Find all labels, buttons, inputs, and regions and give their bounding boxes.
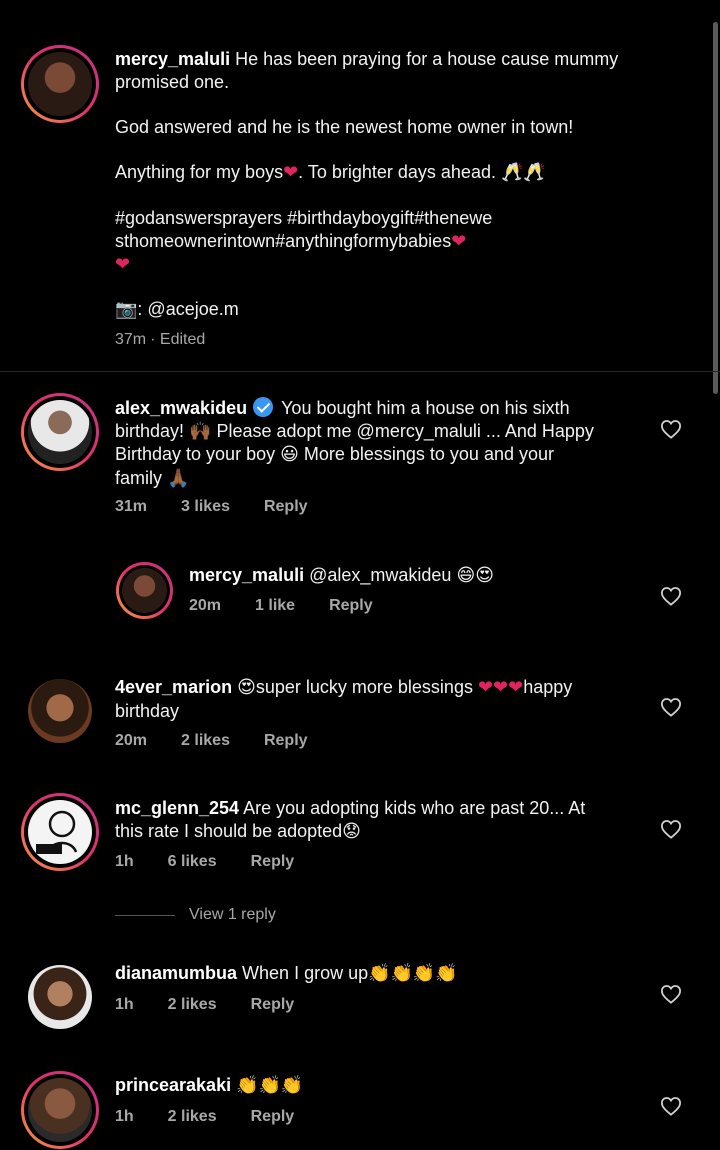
heart-eyes-emoji-icon: 😍	[237, 677, 256, 698]
champagne-icon: 🥂🥂	[501, 162, 546, 183]
caption-credit[interactable]: 📷: @acejoe.m	[115, 298, 239, 322]
comment-avatar[interactable]	[28, 965, 92, 1029]
laughing-emoji-icon: 😄😍	[456, 565, 494, 586]
comment-meta: 1h 6 likes Reply	[115, 853, 295, 870]
caption-username[interactable]: mercy_maluli	[115, 49, 230, 69]
comment-meta: 20m 1 like Reply	[189, 597, 373, 614]
comment-avatar[interactable]	[21, 1071, 99, 1149]
like-heart-icon[interactable]	[660, 1096, 682, 1116]
comment-meta: 1h 2 likes Reply	[115, 1108, 295, 1125]
reply-avatar[interactable]	[116, 562, 173, 619]
caption-hashtags[interactable]: #godanswersprayers #birthdayboygift#then…	[115, 207, 492, 230]
likes-count[interactable]: 2 likes	[181, 732, 230, 749]
reply-button[interactable]: Reply	[251, 996, 295, 1013]
comment-username[interactable]: mercy_maluli	[189, 565, 304, 585]
comment-avatar[interactable]	[21, 793, 99, 871]
reply-button[interactable]: Reply	[264, 498, 308, 515]
camera-icon: 📷	[115, 299, 138, 320]
likes-count[interactable]: 3 likes	[181, 498, 230, 515]
like-heart-icon[interactable]	[660, 419, 682, 439]
hands-icon: 🙌🏾	[189, 420, 212, 442]
comment-username[interactable]: princearakaki	[115, 1075, 231, 1095]
comment-text: princearakaki 👏👏👏	[115, 1074, 303, 1098]
red-heart-icon: ❤	[115, 254, 131, 275]
like-heart-icon[interactable]	[660, 984, 682, 1004]
red-heart-icon: ❤❤❤	[477, 677, 524, 698]
comment-meta: 1h 2 likes Reply	[115, 996, 295, 1013]
caption-text: mercy_maluli He has been praying for a h…	[115, 49, 619, 92]
likes-count[interactable]: 6 likes	[168, 853, 217, 870]
verified-badge-icon	[253, 397, 274, 417]
reply-button[interactable]: Reply	[264, 732, 308, 749]
caption-avatar[interactable]	[21, 45, 99, 123]
clapping-icon: 👏👏👏👏	[368, 963, 458, 984]
comment-text: 4ever_marion 😍super lucky more blessings…	[115, 677, 573, 721]
likes-count[interactable]: 2 likes	[168, 996, 217, 1013]
reply-button[interactable]: Reply	[329, 597, 373, 614]
view-replies-line	[115, 915, 175, 916]
caption-hashtags-2[interactable]: sthomeownerintown#anythingformybabies❤	[115, 230, 466, 254]
comment-meta: 31m 3 likes Reply	[115, 498, 308, 515]
comment-meta: 20m 2 likes Reply	[115, 732, 308, 749]
comment-text: mc_glenn_254 Are you adopting kids who a…	[115, 798, 586, 842]
like-heart-icon[interactable]	[660, 586, 682, 606]
reply-text: mercy_maluli @alex_mwakideu 😄😍	[189, 565, 494, 586]
scrollbar[interactable]	[713, 22, 718, 394]
view-replies-button[interactable]: View 1 reply	[189, 906, 276, 924]
caption-meta: 37m · Edited	[115, 331, 206, 348]
comment-username[interactable]: 4ever_marion	[115, 677, 232, 697]
red-heart-icon: ❤	[451, 231, 467, 252]
comment-text: dianamumbua When I grow up👏👏👏👏	[115, 963, 458, 984]
red-heart-icon: ❤	[283, 162, 299, 183]
reply-button[interactable]: Reply	[251, 853, 295, 870]
comment-avatar[interactable]	[21, 393, 99, 471]
caption-line2: God answered and he is the newest home o…	[115, 117, 574, 137]
comment-username[interactable]: dianamumbua	[115, 963, 237, 983]
comment-text: alex_mwakideu You bought him a house on h…	[115, 397, 594, 489]
reply-button[interactable]: Reply	[251, 1108, 295, 1125]
likes-count[interactable]: 1 like	[255, 597, 295, 614]
comment-username[interactable]: mc_glenn_254	[115, 798, 239, 818]
grin-emoji-icon: 😃	[280, 444, 299, 466]
caption-line3: Anything for my boys❤. To brighter days …	[115, 162, 546, 183]
pray-icon: 🙏🏾	[167, 467, 190, 489]
mc-logo-icon	[36, 810, 78, 854]
divider	[0, 371, 720, 372]
likes-count[interactable]: 2 likes	[168, 1108, 217, 1125]
comment-avatar[interactable]	[28, 679, 92, 743]
worried-emoji-icon: 😟	[342, 820, 361, 842]
like-heart-icon[interactable]	[660, 697, 682, 717]
clapping-icon: 👏👏👏	[236, 1075, 304, 1096]
comment-username[interactable]: alex_mwakideu	[115, 398, 247, 418]
like-heart-icon[interactable]	[660, 819, 682, 839]
